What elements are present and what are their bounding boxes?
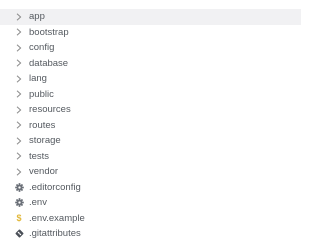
file-label: .editorconfig (29, 181, 81, 193)
chevron-right-icon[interactable] (14, 151, 24, 161)
folder-item-lang[interactable]: lang (0, 71, 301, 87)
folder-label: resources (29, 104, 71, 115)
folder-item-resources[interactable]: resources (0, 102, 301, 118)
folder-item-bootstrap[interactable]: bootstrap (0, 25, 301, 41)
file-item-env[interactable]: .env (0, 195, 301, 211)
gear-icon (14, 198, 24, 208)
folder-item-config[interactable]: config (0, 40, 301, 56)
folder-item-tests[interactable]: tests (0, 149, 301, 165)
chevron-right-icon[interactable] (14, 58, 24, 68)
folder-label: storage (29, 135, 61, 146)
file-item-gitattributes[interactable]: .gitattributes (0, 226, 301, 242)
folder-item-routes[interactable]: routes (0, 118, 301, 134)
chevron-right-icon[interactable] (14, 105, 24, 115)
chevron-right-icon[interactable] (14, 136, 24, 146)
file-item-editorconfig[interactable]: .editorconfig (0, 180, 301, 196)
file-label: .env.example (29, 212, 85, 224)
chevron-right-icon[interactable] (14, 12, 24, 22)
file-item-env-example[interactable]: $ .env.example (0, 211, 301, 227)
git-icon (14, 229, 24, 239)
folder-label: lang (29, 73, 47, 84)
chevron-right-icon[interactable] (14, 43, 24, 53)
folder-item-app[interactable]: app (0, 9, 301, 25)
chevron-right-icon[interactable] (14, 167, 24, 177)
chevron-right-icon[interactable] (14, 27, 24, 37)
folder-item-storage[interactable]: storage (0, 133, 301, 149)
file-label: .env (29, 197, 47, 208)
folder-item-database[interactable]: database (0, 56, 301, 72)
folder-label: tests (29, 150, 50, 162)
folder-item-public[interactable]: public (0, 87, 301, 103)
file-explorer-tree: app bootstrap config database lang publi… (0, 0, 301, 241)
folder-label: config (29, 42, 55, 53)
folder-label: public (29, 88, 54, 100)
chevron-right-icon[interactable] (14, 74, 24, 84)
folder-item-vendor[interactable]: vendor (0, 164, 301, 180)
folder-label: database (29, 57, 69, 69)
dollar-icon: $ (16, 212, 22, 223)
folder-label: app (29, 11, 45, 22)
folder-label: routes (29, 119, 56, 131)
folder-label: vendor (29, 166, 59, 177)
file-label: .gitattributes (29, 228, 81, 239)
gear-icon (14, 182, 24, 192)
folder-label: bootstrap (29, 26, 69, 38)
chevron-right-icon[interactable] (14, 89, 24, 99)
chevron-right-icon[interactable] (14, 120, 24, 130)
